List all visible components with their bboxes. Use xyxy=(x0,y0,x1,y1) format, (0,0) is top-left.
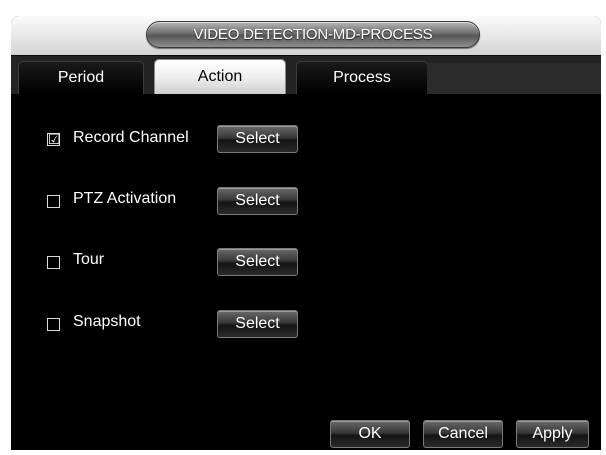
snapshot-label: Snapshot xyxy=(73,313,141,330)
tab-process[interactable]: Process xyxy=(296,61,428,94)
tab-bar-filler xyxy=(427,63,601,95)
record-channel-label: Record Channel xyxy=(73,129,189,146)
action-panel: ☑ Record Channel Select PTZ Activation S… xyxy=(11,94,601,450)
tab-bar: Period Action Process xyxy=(11,55,601,95)
apply-button[interactable]: Apply xyxy=(516,420,589,448)
tab-period[interactable]: Period xyxy=(18,61,144,94)
dialog-title: VIDEO DETECTION-MD-PROCESS xyxy=(146,21,480,48)
record-channel-checkbox[interactable]: ☑ xyxy=(47,131,61,147)
tour-label: Tour xyxy=(73,251,105,268)
ptz-activation-checkbox[interactable] xyxy=(47,195,60,208)
title-bar: VIDEO DETECTION-MD-PROCESS xyxy=(11,16,601,55)
snapshot-select-button[interactable]: Select xyxy=(217,310,298,338)
action-row-record-channel: ☑ Record Channel Select xyxy=(11,124,601,154)
record-channel-select-button[interactable]: Select xyxy=(217,125,298,153)
action-row-ptz-activation: PTZ Activation Select xyxy=(11,186,601,216)
action-row-snapshot: Snapshot Select xyxy=(11,308,601,338)
ptz-activation-select-button[interactable]: Select xyxy=(217,187,298,215)
tour-checkbox[interactable] xyxy=(47,256,60,269)
action-row-tour: Tour Select xyxy=(11,247,601,277)
checkmark-icon: ☑ xyxy=(48,131,61,147)
ok-button[interactable]: OK xyxy=(330,420,410,448)
md-process-dialog: VIDEO DETECTION-MD-PROCESS Period Action… xyxy=(11,16,601,450)
tour-select-button[interactable]: Select xyxy=(217,248,298,276)
tab-action[interactable]: Action xyxy=(154,59,286,94)
ptz-activation-label: PTZ Activation xyxy=(73,190,177,207)
cancel-button[interactable]: Cancel xyxy=(423,420,503,448)
snapshot-checkbox[interactable] xyxy=(47,318,60,331)
